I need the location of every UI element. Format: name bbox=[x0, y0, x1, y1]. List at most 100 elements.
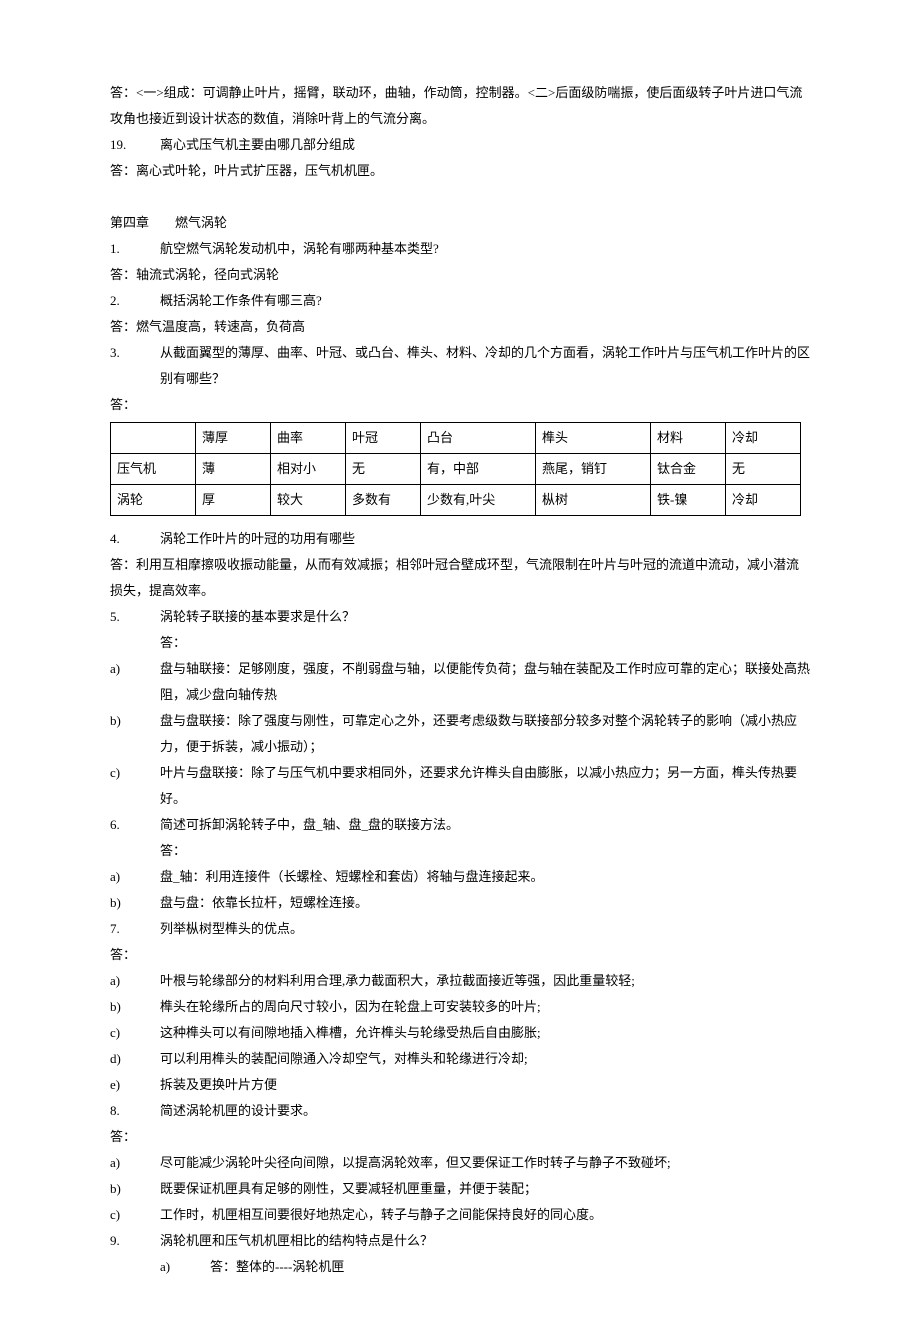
table-cell: 有，中部 bbox=[421, 454, 536, 485]
answer-label: 答： bbox=[110, 838, 810, 864]
answer-19: 答：离心式叶轮，叶片式扩压器，压气机机匣。 bbox=[110, 158, 810, 184]
table-cell: 冷却 bbox=[726, 423, 801, 454]
item-text: 盘与盘：依靠长拉杆，短螺栓连接。 bbox=[160, 890, 368, 916]
question-number: 19. bbox=[110, 132, 160, 158]
item-text: 尽可能减少涡轮叶尖径向间隙，以提高涡轮效率，但又要保证工作时转子与静子不致碰坏; bbox=[160, 1150, 671, 1176]
list-item: a) 尽可能减少涡轮叶尖径向间隙，以提高涡轮效率，但又要保证工作时转子与静子不致… bbox=[110, 1150, 810, 1176]
answer-label: 答： bbox=[110, 942, 810, 968]
table-row: 涡轮 厚 较大 多数有 少数有,叶尖 枞树 铁-镍 冷却 bbox=[111, 485, 801, 516]
item-text: 这种榫头可以有间隙地插入榫槽，允许榫头与轮缘受热后自由膨胀; bbox=[160, 1020, 541, 1046]
question-2: 2. 概括涡轮工作条件有哪三高? bbox=[110, 288, 810, 314]
question-number: 8. bbox=[110, 1098, 160, 1124]
table-row: 薄厚 曲率 叶冠 凸台 榫头 材料 冷却 bbox=[111, 423, 801, 454]
question-number: 7. bbox=[110, 916, 160, 942]
item-label: c) bbox=[110, 760, 160, 812]
list-item: b) 盘与盘联接：除了强度与刚性，可靠定心之外，还要考虑级数与联接部分较多对整个… bbox=[110, 708, 810, 760]
question-text: 涡轮工作叶片的叶冠的功用有哪些 bbox=[160, 526, 355, 552]
table-cell: 相对小 bbox=[271, 454, 346, 485]
item-label: b) bbox=[110, 708, 160, 760]
table-cell: 厚 bbox=[196, 485, 271, 516]
question-7: 7. 列举枞树型榫头的优点。 bbox=[110, 916, 810, 942]
item-text: 盘与盘联接：除了强度与刚性，可靠定心之外，还要考虑级数与联接部分较多对整个涡轮转… bbox=[160, 708, 810, 760]
item-label: a) bbox=[110, 864, 160, 890]
question-number: 6. bbox=[110, 812, 160, 838]
item-label: a) bbox=[110, 1150, 160, 1176]
answer-label: 答： bbox=[110, 630, 810, 656]
table-cell: 曲率 bbox=[271, 423, 346, 454]
list-item: b) 榫头在轮缘所占的周向尺寸较小，因为在轮盘上可安装较多的叶片; bbox=[110, 994, 810, 1020]
question-1: 1. 航空燃气涡轮发动机中，涡轮有哪两种基本类型? bbox=[110, 236, 810, 262]
table-cell: 薄厚 bbox=[196, 423, 271, 454]
item-text: 榫头在轮缘所占的周向尺寸较小，因为在轮盘上可安装较多的叶片; bbox=[160, 994, 541, 1020]
table-cell: 无 bbox=[726, 454, 801, 485]
item-label: a) bbox=[110, 968, 160, 994]
list-item: b) 既要保证机匣具有足够的刚性，又要减轻机匣重量，并便于装配； bbox=[110, 1176, 810, 1202]
list-item: c) 这种榫头可以有间隙地插入榫槽，允许榫头与轮缘受热后自由膨胀; bbox=[110, 1020, 810, 1046]
answer-text: 答：<一>组成：可调静止叶片，摇臂，联动环，曲轴，作动筒，控制器。<二>后面级防… bbox=[110, 80, 810, 132]
item-label: a) bbox=[160, 1254, 210, 1280]
question-text: 简述可拆卸涡轮转子中，盘_轴、盘_盘的联接方法。 bbox=[160, 812, 459, 838]
table-cell: 铁-镍 bbox=[651, 485, 726, 516]
question-number: 5. bbox=[110, 604, 160, 630]
item-text: 叶片与盘联接：除了与压气机中要求相同外，还要求允许榫头自由膨胀，以减小热应力；另… bbox=[160, 760, 810, 812]
table-cell: 材料 bbox=[651, 423, 726, 454]
table-cell: 涡轮 bbox=[111, 485, 196, 516]
question-text: 概括涡轮工作条件有哪三高? bbox=[160, 288, 322, 314]
item-text: 拆装及更换叶片方便 bbox=[160, 1072, 277, 1098]
table-cell bbox=[111, 423, 196, 454]
question-text: 列举枞树型榫头的优点。 bbox=[160, 916, 303, 942]
item-label: a) bbox=[110, 656, 160, 708]
table-cell: 凸台 bbox=[421, 423, 536, 454]
question-6: 6. 简述可拆卸涡轮转子中，盘_轴、盘_盘的联接方法。 bbox=[110, 812, 810, 838]
question-number: 9. bbox=[110, 1228, 160, 1254]
item-label: b) bbox=[110, 890, 160, 916]
comparison-table: 薄厚 曲率 叶冠 凸台 榫头 材料 冷却 压气机 薄 相对小 无 有，中部 燕尾… bbox=[110, 422, 801, 516]
question-text: 简述涡轮机匣的设计要求。 bbox=[160, 1098, 316, 1124]
item-text: 可以利用榫头的装配间隙通入冷却空气，对榫头和轮缘进行冷却; bbox=[160, 1046, 528, 1072]
item-text: 答：整体的----涡轮机匣 bbox=[210, 1254, 344, 1280]
item-text: 既要保证机匣具有足够的刚性，又要减轻机匣重量，并便于装配； bbox=[160, 1176, 537, 1202]
table-cell: 燕尾，销钉 bbox=[536, 454, 651, 485]
answer-label: 答： bbox=[110, 1124, 810, 1150]
list-item: c) 工作时，机匣相互间要很好地热定心，转子与静子之间能保持良好的同心度。 bbox=[110, 1202, 810, 1228]
table-cell: 无 bbox=[346, 454, 421, 485]
question-19: 19. 离心式压气机主要由哪几部分组成 bbox=[110, 132, 810, 158]
item-label: c) bbox=[110, 1202, 160, 1228]
item-label: b) bbox=[110, 994, 160, 1020]
table-row: 压气机 薄 相对小 无 有，中部 燕尾，销钉 钛合金 无 bbox=[111, 454, 801, 485]
answer-1: 答：轴流式涡轮，径向式涡轮 bbox=[110, 262, 810, 288]
list-item: a) 盘_轴：利用连接件（长螺栓、短螺栓和套齿）将轴与盘连接起来。 bbox=[110, 864, 810, 890]
list-item: d) 可以利用榫头的装配间隙通入冷却空气，对榫头和轮缘进行冷却; bbox=[110, 1046, 810, 1072]
question-text: 离心式压气机主要由哪几部分组成 bbox=[160, 132, 355, 158]
item-text: 盘_轴：利用连接件（长螺栓、短螺栓和套齿）将轴与盘连接起来。 bbox=[160, 864, 544, 890]
table-cell: 压气机 bbox=[111, 454, 196, 485]
question-5: 5. 涡轮转子联接的基本要求是什么？ bbox=[110, 604, 810, 630]
table-cell: 薄 bbox=[196, 454, 271, 485]
question-3: 3. 从截面翼型的薄厚、曲率、叶冠、或凸台、榫头、材料、冷却的几个方面看，涡轮工… bbox=[110, 340, 810, 392]
table-cell: 少数有,叶尖 bbox=[421, 485, 536, 516]
question-number: 3. bbox=[110, 340, 160, 392]
table-cell: 钛合金 bbox=[651, 454, 726, 485]
question-number: 2. bbox=[110, 288, 160, 314]
item-label: c) bbox=[110, 1020, 160, 1046]
item-label: b) bbox=[110, 1176, 160, 1202]
item-text: 盘与轴联接：足够刚度，强度，不削弱盘与轴，以便能传负荷；盘与轴在装配及工作时应可… bbox=[160, 656, 810, 708]
table-cell: 叶冠 bbox=[346, 423, 421, 454]
item-text: 工作时，机匣相互间要很好地热定心，转子与静子之间能保持良好的同心度。 bbox=[160, 1202, 602, 1228]
question-8: 8. 简述涡轮机匣的设计要求。 bbox=[110, 1098, 810, 1124]
answer-4: 答：利用互相摩擦吸收振动能量，从而有效减振；相邻叶冠合壁成环型，气流限制在叶片与… bbox=[110, 552, 810, 604]
answer-2: 答：燃气温度高，转速高，负荷高 bbox=[110, 314, 810, 340]
table-cell: 冷却 bbox=[726, 485, 801, 516]
question-text: 航空燃气涡轮发动机中，涡轮有哪两种基本类型? bbox=[160, 236, 439, 262]
list-item: c) 叶片与盘联接：除了与压气机中要求相同外，还要求允许榫头自由膨胀，以减小热应… bbox=[110, 760, 810, 812]
table-cell: 榫头 bbox=[536, 423, 651, 454]
question-9: 9. 涡轮机匣和压气机机匣相比的结构特点是什么？ bbox=[110, 1228, 810, 1254]
question-number: 4. bbox=[110, 526, 160, 552]
item-label: d) bbox=[110, 1046, 160, 1072]
list-item: a) 盘与轴联接：足够刚度，强度，不削弱盘与轴，以便能传负荷；盘与轴在装配及工作… bbox=[110, 656, 810, 708]
list-item: e) 拆装及更换叶片方便 bbox=[110, 1072, 810, 1098]
chapter-title: 第四章 燃气涡轮 bbox=[110, 210, 810, 236]
question-text: 涡轮转子联接的基本要求是什么？ bbox=[160, 604, 355, 630]
question-text: 从截面翼型的薄厚、曲率、叶冠、或凸台、榫头、材料、冷却的几个方面看，涡轮工作叶片… bbox=[160, 340, 810, 392]
item-label: e) bbox=[110, 1072, 160, 1098]
